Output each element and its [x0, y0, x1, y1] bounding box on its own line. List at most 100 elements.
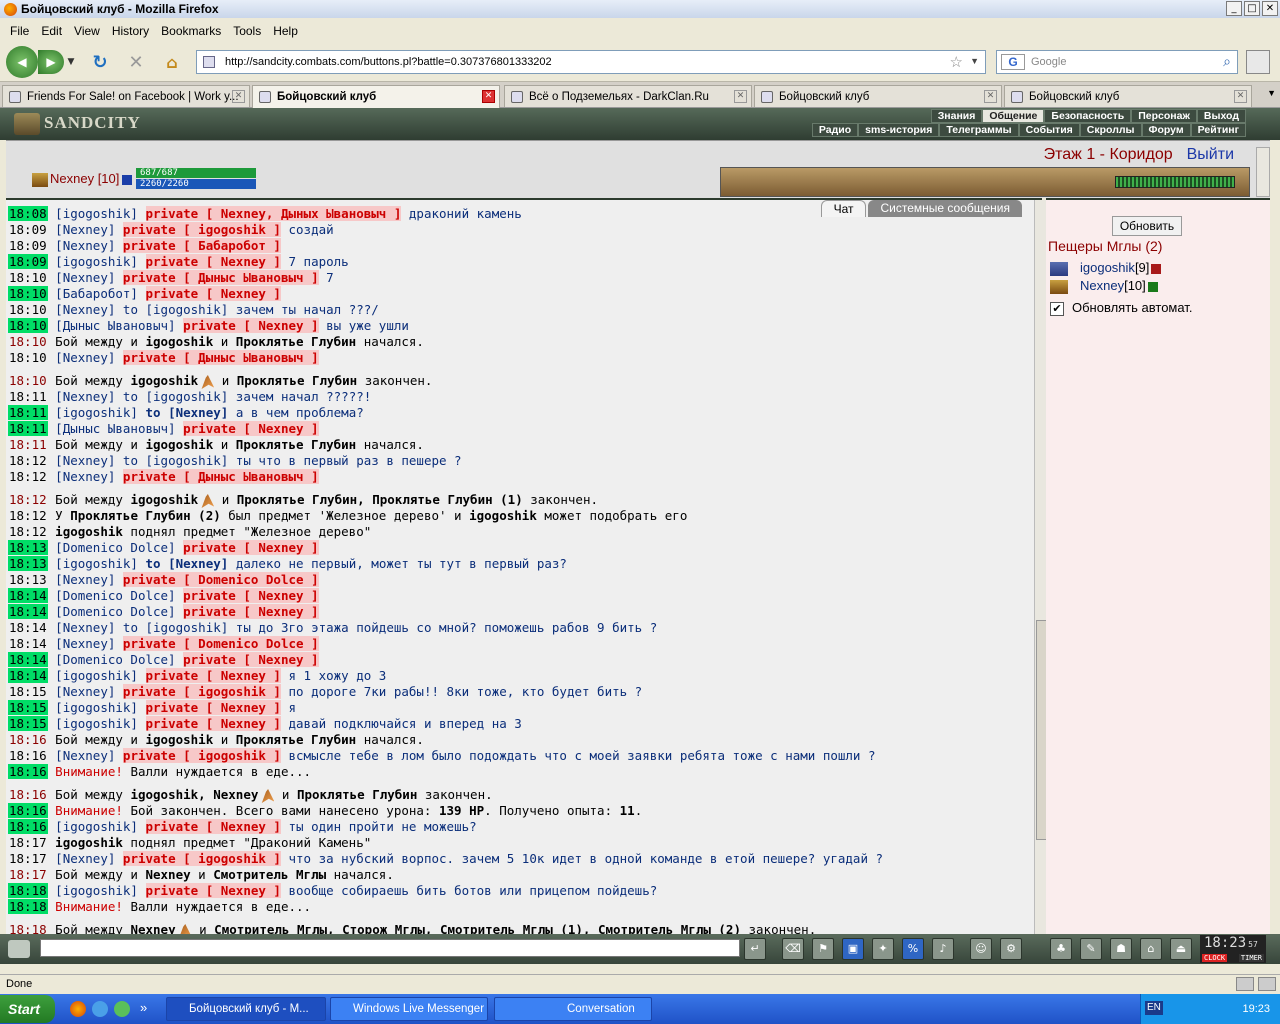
chat-timestamp[interactable]: 18:14 [8, 620, 48, 635]
clear-chat-icon[interactable]: ⌫ [782, 938, 804, 960]
chat-timestamp[interactable]: 18:11 [8, 437, 48, 452]
chat-timestamp[interactable]: 18:15 [8, 684, 48, 699]
action-1-icon[interactable]: ♣ [1050, 938, 1072, 960]
chat-timestamp[interactable]: 18:12 [8, 492, 48, 507]
chat-timestamp[interactable]: 18:10 [8, 373, 48, 388]
chat-settings-icon[interactable]: ⚙ [1000, 938, 1022, 960]
chat-timestamp[interactable]: 18:14 [8, 588, 48, 603]
tab-close-icon[interactable]: ✕ [232, 90, 245, 103]
menu-communication[interactable]: Общение [982, 109, 1045, 123]
back-button[interactable]: ◀ [6, 46, 38, 78]
tab-close-icon[interactable]: ✕ [1234, 90, 1247, 103]
chat-timestamp[interactable]: 18:08 [8, 206, 48, 221]
extension-icon[interactable] [1246, 50, 1270, 74]
refresh-button[interactable]: Обновить [1112, 216, 1182, 236]
minimize-button[interactable]: _ [1226, 1, 1242, 16]
taskbar-firefox-window[interactable]: Бойцовский клуб - M... [166, 997, 326, 1021]
tab-close-icon[interactable]: ✕ [734, 90, 747, 103]
chat-timestamp[interactable]: 18:14 [8, 652, 48, 667]
tab-close-icon[interactable]: ✕ [984, 90, 997, 103]
language-indicator[interactable]: EN [1145, 1001, 1163, 1015]
player-row-nexney[interactable]: Nexney[10] [1050, 278, 1158, 294]
chat-timestamp[interactable]: 18:14 [8, 604, 48, 619]
forward-button[interactable]: ▶ [38, 50, 64, 74]
status-tray-icon[interactable] [1236, 977, 1254, 991]
submenu-radio[interactable]: Радио [811, 123, 859, 137]
menu-character[interactable]: Персонаж [1131, 109, 1197, 123]
player-row-igogoshik[interactable]: igogoshik[9] [1050, 260, 1162, 276]
chat-timestamp[interactable]: 18:09 [8, 238, 48, 253]
chat-speed-icon[interactable]: ✦ [872, 938, 894, 960]
tab-facebook[interactable]: Friends For Sale! on Facebook | Work y..… [2, 85, 250, 107]
search-bar[interactable]: G Google ⌕ [996, 50, 1238, 74]
menu-bookmarks[interactable]: Bookmarks [155, 24, 227, 38]
taskbar-messenger-window[interactable]: Windows Live Messenger [330, 997, 488, 1021]
start-button[interactable]: Start [0, 995, 55, 1023]
menu-edit[interactable]: Edit [35, 24, 68, 38]
submenu-scrolls[interactable]: Скроллы [1079, 123, 1142, 137]
tab-list-dropdown-icon[interactable]: ▼ [1267, 88, 1276, 98]
quicklaunch-firefox-icon[interactable] [70, 1001, 86, 1017]
chat-timestamp[interactable]: 18:10 [8, 334, 48, 349]
home-icon[interactable]: ⌂ [160, 50, 184, 74]
chat-input[interactable] [40, 939, 740, 957]
chat-timestamp[interactable]: 18:15 [8, 700, 48, 715]
chat-timestamp[interactable]: 18:10 [8, 350, 48, 365]
status-tray-icon-2[interactable] [1258, 977, 1276, 991]
chat-timestamp[interactable]: 18:12 [8, 524, 48, 539]
chat-timestamp[interactable]: 18:16 [8, 787, 48, 802]
player-info-icon[interactable] [1151, 263, 1162, 274]
chat-timestamp[interactable]: 18:18 [8, 883, 48, 898]
chat-mode-icon[interactable] [8, 940, 30, 958]
menu-help[interactable]: Help [267, 24, 304, 38]
taskbar-conversation-window[interactable]: Conversation [494, 997, 652, 1021]
menu-knowledge[interactable]: Знания [930, 109, 983, 123]
close-window-button[interactable]: ✕ [1262, 1, 1278, 16]
chat-timestamp[interactable]: 18:10 [8, 286, 48, 301]
tab-combats-active[interactable]: Бойцовский клуб ✕ [252, 85, 500, 108]
save-log-icon[interactable]: ▣ [842, 938, 864, 960]
chat-timestamp[interactable]: 18:18 [8, 899, 48, 914]
quicklaunch-ie-icon[interactable] [92, 1001, 108, 1017]
submenu-rating[interactable]: Рейтинг [1190, 123, 1246, 137]
player-info-icon[interactable] [122, 174, 133, 185]
tab-darkclan[interactable]: Всё о Подземельях - DarkClan.Ru ✕ [504, 85, 752, 107]
sound-icon[interactable]: ♪ [932, 938, 954, 960]
action-2-icon[interactable]: ✎ [1080, 938, 1102, 960]
chat-timestamp[interactable]: 18:10 [8, 302, 48, 317]
chat-timestamp[interactable]: 18:12 [8, 453, 48, 468]
chat-timestamp[interactable]: 18:18 [8, 922, 48, 934]
chat-timestamp[interactable]: 18:13 [8, 572, 48, 587]
chat-timestamp[interactable]: 18:16 [8, 748, 48, 763]
chat-timestamp[interactable]: 18:16 [8, 764, 48, 779]
chat-timestamp[interactable]: 18:12 [8, 508, 48, 523]
submenu-sms-history[interactable]: sms-история [858, 123, 940, 137]
tab-combats-2[interactable]: Бойцовский клуб ✕ [754, 85, 1002, 107]
menu-security[interactable]: Безопасность [1044, 109, 1132, 123]
exit-link[interactable]: Выйти [1187, 146, 1234, 163]
chat-timestamp[interactable]: 18:09 [8, 222, 48, 237]
chat-timestamp[interactable]: 18:12 [8, 469, 48, 484]
chat-timestamp[interactable]: 18:11 [8, 389, 48, 404]
chat-timestamp[interactable]: 18:16 [8, 732, 48, 747]
menu-view[interactable]: View [68, 24, 106, 38]
quicklaunch-messenger-icon[interactable] [114, 1001, 130, 1017]
reload-icon[interactable]: ↻ [88, 50, 112, 74]
game-exit-icon[interactable]: ⏏ [1170, 938, 1192, 960]
google-engine-icon[interactable]: G [1001, 54, 1025, 70]
tab-system-messages[interactable]: Системные сообщения [868, 200, 1022, 217]
filter-icon[interactable]: ⚑ [812, 938, 834, 960]
bookmark-star-icon[interactable]: ☆ [950, 53, 963, 71]
chat-timestamp[interactable]: 18:14 [8, 636, 48, 651]
chat-timestamp[interactable]: 18:13 [8, 540, 48, 555]
chat-timestamp[interactable]: 18:10 [8, 318, 48, 333]
chat-timestamp[interactable]: 18:15 [8, 716, 48, 731]
menu-exit[interactable]: Выход [1196, 109, 1246, 123]
player-info-icon[interactable] [1147, 281, 1158, 292]
history-dropdown-button[interactable]: ▼ [66, 54, 76, 70]
translit-icon[interactable]: % [902, 938, 924, 960]
search-magnifier-icon[interactable]: ⌕ [1223, 53, 1231, 70]
submenu-forum[interactable]: Форум [1141, 123, 1191, 137]
timer-mode-label[interactable]: TIMER [1238, 954, 1264, 962]
quicklaunch-more-icon[interactable]: » [140, 1000, 147, 1015]
